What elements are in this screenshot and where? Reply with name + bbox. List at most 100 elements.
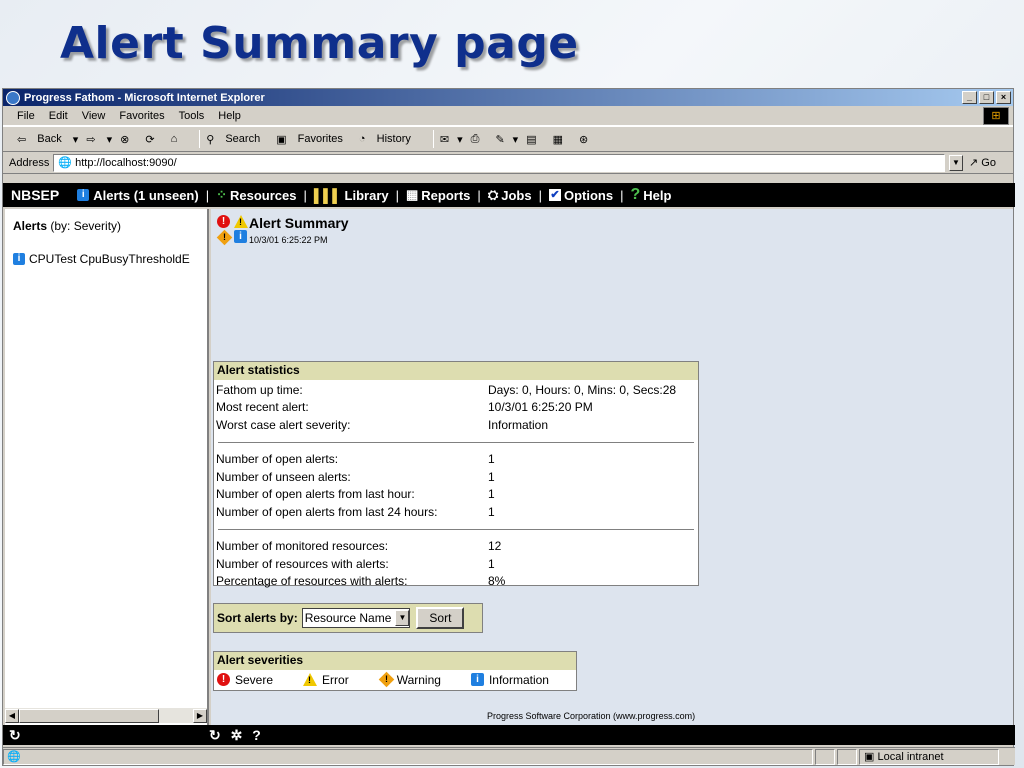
stat-label: Number of open alerts from last hour: bbox=[216, 487, 415, 502]
stat-row: Percentage of resources with alerts: 8% bbox=[214, 573, 698, 591]
refresh-icon: ⟳ bbox=[145, 133, 155, 146]
summary-header: ! ! i Alert Summary 10/3/01 6:25:22 PM bbox=[216, 215, 349, 246]
stat-label: Number of open alerts: bbox=[216, 452, 339, 467]
checkbox-icon: ✔ bbox=[548, 189, 561, 201]
refresh-tree-icon[interactable]: ↻ bbox=[9, 727, 209, 744]
edit-button[interactable]: ✎ ▾ bbox=[495, 133, 518, 146]
alerts-tree-header-bold: Alerts bbox=[13, 219, 48, 233]
menu-help[interactable]: Help bbox=[218, 110, 241, 122]
refresh-button[interactable]: ⟳ bbox=[145, 133, 162, 146]
chevron-down-icon[interactable]: ▼ bbox=[395, 610, 410, 626]
stat-value: 1 bbox=[488, 469, 495, 484]
address-label: Address bbox=[9, 156, 50, 169]
stat-row: Worst case alert severity: Information bbox=[214, 416, 698, 434]
library-icon: ▌▌▌ bbox=[313, 187, 342, 203]
jobs-icon: ⛭ bbox=[487, 187, 499, 202]
alerts-tree-pane: Alerts (by: Severity) i CPUTest CpuBusyTh… bbox=[5, 209, 209, 727]
tools-icon[interactable]: ✲ bbox=[231, 727, 243, 743]
scroll-left-button[interactable]: ◀ bbox=[5, 708, 19, 723]
mail-button[interactable]: ✉ ▾ bbox=[440, 133, 463, 146]
stat-row: Fathom up time: Days: 0, Hours: 0, Mins: … bbox=[214, 381, 698, 399]
alerts-tree-header-rest: (by: Severity) bbox=[47, 219, 122, 233]
status-cell bbox=[837, 748, 857, 765]
print-button[interactable]: ⎙ bbox=[471, 133, 488, 146]
app-navigation: NBSEP i Alerts (1 unseen) | ⁘ Resources | … bbox=[3, 183, 1015, 207]
forward-button[interactable]: ⇨ ▾ bbox=[86, 133, 112, 146]
info-icon: i bbox=[77, 189, 90, 201]
nav-help-label: Help bbox=[643, 187, 672, 203]
address-url: http://localhost:9090/ bbox=[75, 156, 177, 169]
left-horizontal-scrollbar[interactable]: ◀ ▶ bbox=[5, 707, 207, 723]
stat-label: Number of monitored resources: bbox=[216, 539, 389, 554]
scroll-right-button[interactable]: ▶ bbox=[193, 708, 207, 723]
info-icon: i bbox=[13, 253, 25, 265]
address-dropdown-button[interactable]: ▼ bbox=[949, 154, 963, 171]
refresh-icon[interactable]: ↻ bbox=[209, 727, 221, 743]
stat-label: Number of unseen alerts: bbox=[216, 469, 351, 484]
mail-icon: ✉ bbox=[439, 133, 450, 146]
discuss-button[interactable]: ▤ bbox=[526, 133, 544, 146]
menu-file[interactable]: File bbox=[17, 110, 35, 122]
media-button[interactable]: ⊛ bbox=[579, 133, 596, 146]
stat-label: Number of resources with alerts: bbox=[216, 556, 389, 571]
nav-alerts-label: Alerts (1 unseen) bbox=[93, 187, 199, 203]
search-button[interactable]: ⚲ Search bbox=[206, 133, 268, 146]
search-icon: ⚲ bbox=[206, 133, 215, 146]
menu-tools[interactable]: Tools bbox=[179, 110, 205, 122]
home-icon: ⌂ bbox=[170, 133, 178, 145]
stat-row: Number of monitored resources: 12 bbox=[214, 538, 698, 556]
nav-resources-label: Resources bbox=[230, 187, 297, 203]
messenger-icon: ▦ bbox=[552, 133, 563, 146]
sort-label: Sort alerts by: bbox=[217, 611, 298, 625]
menu-view[interactable]: View bbox=[82, 110, 106, 122]
nav-alerts[interactable]: i Alerts (1 unseen) bbox=[77, 187, 199, 203]
back-button[interactable]: ⇦ Back ▾ bbox=[17, 133, 78, 146]
help-icon[interactable]: ? bbox=[252, 727, 261, 743]
severe-icon: ! bbox=[217, 673, 230, 686]
stop-button[interactable]: ⊗ bbox=[120, 133, 137, 146]
legend-label: Severe bbox=[235, 672, 274, 687]
severe-icon: ! bbox=[217, 215, 230, 228]
history-button[interactable]: ◔ History bbox=[359, 133, 419, 145]
error-icon bbox=[303, 673, 318, 686]
alert-list-item[interactable]: i CPUTest CpuBusyThresholdE bbox=[5, 242, 207, 266]
close-button[interactable]: × bbox=[996, 91, 1011, 104]
favorites-icon: ▣ bbox=[276, 133, 287, 146]
sort-button[interactable]: Sort bbox=[416, 607, 465, 629]
toolbar-separator bbox=[432, 130, 434, 148]
menu-edit[interactable]: Edit bbox=[49, 110, 68, 122]
nav-options[interactable]: ✔ Options bbox=[548, 187, 614, 203]
legend-error: Error bbox=[303, 673, 349, 687]
severity-icons: ! ! i bbox=[216, 215, 249, 246]
toolbar-separator bbox=[199, 130, 201, 148]
go-button[interactable]: ↗ Go bbox=[963, 156, 1013, 169]
messenger-button[interactable]: ▦ bbox=[553, 133, 571, 146]
nav-reports[interactable]: ▦ Reports bbox=[406, 187, 470, 203]
alerts-tree-header: Alerts (by: Severity) bbox=[5, 209, 207, 233]
nav-jobs-label: Jobs bbox=[501, 187, 532, 203]
nav-library[interactable]: ▌▌▌ Library bbox=[314, 188, 389, 203]
ie-logo-icon bbox=[6, 90, 20, 105]
menu-bar: File Edit View Favorites Tools Help ⊞ bbox=[3, 106, 1013, 126]
nav-options-label: Options bbox=[563, 187, 614, 203]
go-arrow-icon: ↗ bbox=[969, 157, 979, 169]
stat-value: 1 bbox=[488, 556, 495, 571]
maximize-button[interactable]: □ bbox=[979, 91, 994, 104]
windows-logo-icon: ⊞ bbox=[983, 106, 1009, 125]
minimize-button[interactable]: _ bbox=[962, 91, 977, 104]
nav-jobs[interactable]: ⛭ Jobs bbox=[488, 187, 532, 203]
warning-icon: ! bbox=[378, 671, 394, 688]
nav-help[interactable]: ? Help bbox=[630, 186, 671, 204]
favorites-label: Favorites bbox=[297, 133, 343, 145]
nav-resources[interactable]: ⁘ Resources bbox=[216, 187, 296, 203]
menu-favorites[interactable]: Favorites bbox=[119, 110, 164, 122]
home-button[interactable]: ⌂ bbox=[171, 133, 186, 145]
address-input[interactable]: 🌐 http://localhost:9090/ bbox=[53, 153, 945, 172]
forward-arrow-icon: ⇨ bbox=[86, 133, 96, 146]
favorites-button[interactable]: ▣ Favorites bbox=[276, 133, 351, 146]
sort-select[interactable]: Resource Name ▼ bbox=[301, 608, 411, 628]
resources-icon: ⁘ bbox=[216, 187, 228, 202]
scroll-thumb[interactable] bbox=[19, 708, 159, 723]
nav-reports-label: Reports bbox=[421, 187, 471, 203]
security-zone: ▣ Local intranet bbox=[859, 748, 999, 765]
